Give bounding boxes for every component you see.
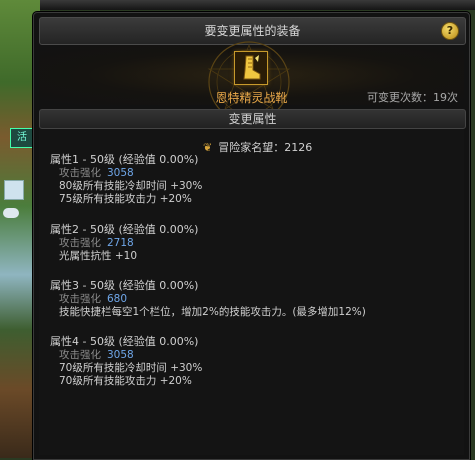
background-icon <box>4 180 24 200</box>
enhance-value: 2718 <box>107 237 134 249</box>
medal-icon: ❦ <box>203 141 213 154</box>
attribute-block[interactable]: 属性4 - 50级 (经验值 0.00%) 攻击强化 3058 70级所有技能冷却… <box>50 335 202 388</box>
enhance-label: 攻击强化 <box>59 293 101 305</box>
equipment-area: 恩特精灵战靴 可变更次数：19次 <box>39 41 464 123</box>
attribute-block[interactable]: 属性2 - 50级 (经验值 0.00%) 攻击强化 2718 光属性抗性 +10 <box>50 223 198 263</box>
effect-line: 70级所有技能冷却时间 +30% <box>59 362 203 374</box>
attribute-title: 属性4 - 50级 (经验值 0.00%) <box>50 335 199 348</box>
attribute-block[interactable]: 属性3 - 50级 (经验值 0.00%) 攻击强化 680 技能快捷栏每空1个栏… <box>50 279 366 319</box>
effect-line: 光属性抗性 +10 <box>59 250 137 262</box>
fame-line: ❦ 冒险家名望：2126 <box>203 139 312 155</box>
window-title: 要变更属性的装备 <box>204 24 301 38</box>
section-title: 变更属性 <box>228 112 277 126</box>
equipment-slot[interactable] <box>234 51 268 85</box>
enhance-label: 攻击强化 <box>59 349 101 361</box>
attribute-list: ❦ 冒险家名望：2126 属性1 - 50级 (经验值 0.00%) 攻击强化 30… <box>39 129 464 455</box>
top-strip <box>40 0 475 10</box>
attribute-title: 属性2 - 50级 (经验值 0.00%) <box>50 223 199 236</box>
effect-line: 80级所有技能冷却时间 +30% <box>59 180 203 192</box>
attribute-title: 属性3 - 50级 (经验值 0.00%) <box>50 279 199 292</box>
background-chip: 活 <box>10 128 34 148</box>
help-button[interactable]: ? <box>441 22 459 40</box>
change-count: 可变更次数：19次 <box>367 91 458 104</box>
attribute-block[interactable]: 属性1 - 50级 (经验值 0.00%) 攻击强化 3058 80级所有技能冷却… <box>50 153 202 206</box>
enhance-label: 攻击强化 <box>59 167 101 179</box>
background-button <box>3 208 19 218</box>
enhance-line: 攻击强化 2718 <box>50 237 198 250</box>
boot-icon <box>235 52 267 84</box>
enhance-value: 680 <box>107 293 128 305</box>
attribute-title: 属性1 - 50级 (经验值 0.00%) <box>50 153 199 166</box>
fame-label: 冒险家名望：2126 <box>218 141 313 154</box>
effect-line: 技能快捷栏每空1个栏位，增加2%的技能攻击力。(最多增加12%) <box>59 306 366 318</box>
enhance-value: 3058 <box>107 167 134 179</box>
effect-line: 70级所有技能攻击力 +20% <box>59 375 192 387</box>
enhance-line: 攻击强化 3058 <box>50 349 202 362</box>
enhance-label: 攻击强化 <box>59 237 101 249</box>
enhance-value: 3058 <box>107 349 134 361</box>
effect-line: 75级所有技能攻击力 +20% <box>59 193 192 205</box>
enhance-line: 攻击强化 680 <box>50 293 366 306</box>
attribute-change-window: 要变更属性的装备 ? 恩特精灵战靴 可变更次数：19次 变更属性 ❦ 冒险家名望：… <box>33 12 470 460</box>
enhance-line: 攻击强化 3058 <box>50 167 202 180</box>
section-title-bar: 变更属性 <box>39 109 466 129</box>
